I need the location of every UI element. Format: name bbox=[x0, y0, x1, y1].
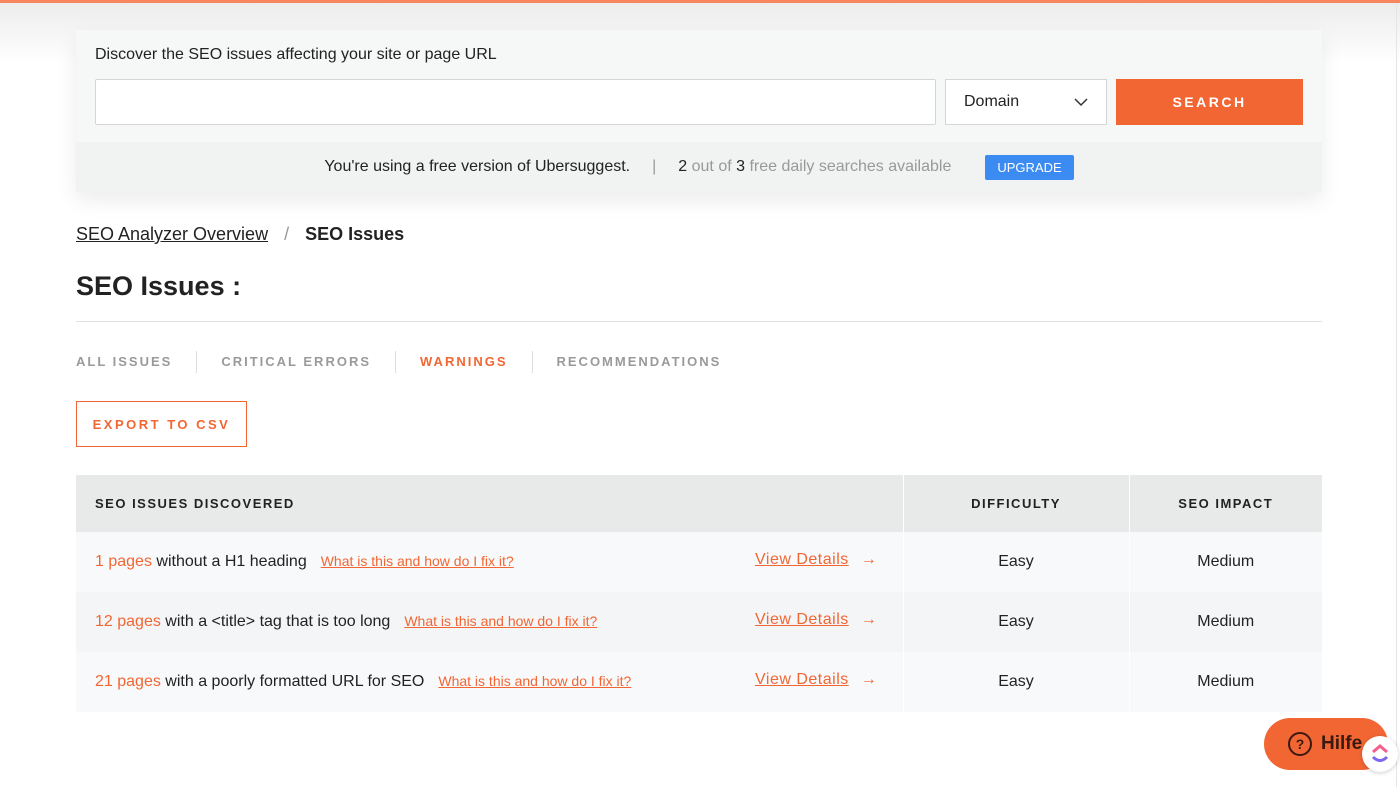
view-details-label: View Details bbox=[755, 611, 849, 628]
search-prompt: Discover the SEO issues affecting your s… bbox=[95, 46, 497, 63]
issue-text: without a H1 heading bbox=[156, 553, 307, 570]
issue-count-link[interactable]: 12 pages bbox=[95, 613, 161, 630]
breadcrumb-seo-analyzer-overview[interactable]: SEO Analyzer Overview bbox=[76, 224, 268, 245]
tab-warnings[interactable]: WARNINGS bbox=[395, 351, 532, 373]
issue-tabs: ALL ISSUES CRITICAL ERRORS WARNINGS RECO… bbox=[76, 351, 745, 373]
searches-used: 2 bbox=[678, 158, 688, 175]
help-label: Hilfe bbox=[1321, 733, 1363, 754]
page-title: SEO Issues : bbox=[76, 271, 242, 301]
seo-impact: Medium bbox=[1128, 592, 1322, 652]
view-details-link[interactable]: View Details → bbox=[755, 611, 877, 629]
scrollbar-edge bbox=[1396, 3, 1397, 787]
breadcrumb: SEO Analyzer Overview / SEO Issues bbox=[76, 224, 404, 245]
issue-count-link[interactable]: 21 pages bbox=[95, 673, 161, 690]
view-details-link[interactable]: View Details → bbox=[755, 671, 877, 689]
upgrade-button[interactable]: UPGRADE bbox=[985, 154, 1074, 180]
issue-text: with a poorly formatted URL for SEO bbox=[165, 673, 425, 690]
tab-all-issues[interactable]: ALL ISSUES bbox=[76, 351, 196, 373]
table-row: 1 pages without a H1 heading What is this… bbox=[76, 532, 1322, 592]
free-version-message: You're using a free version of Ubersugge… bbox=[324, 158, 631, 175]
header-issues: SEO ISSUES DISCOVERED bbox=[76, 475, 903, 532]
arrow-right-icon: → bbox=[860, 551, 878, 568]
header-impact: SEO IMPACT bbox=[1128, 475, 1322, 532]
breadcrumb-current: SEO Issues bbox=[305, 224, 405, 244]
searches-total: 3 bbox=[736, 158, 746, 175]
issues-table: SEO ISSUES DISCOVERED DIFFICULTY SEO IMP… bbox=[76, 475, 1322, 712]
breadcrumb-separator: / bbox=[284, 224, 290, 244]
view-details-link[interactable]: View Details → bbox=[755, 551, 877, 569]
difficulty: Easy bbox=[902, 532, 1129, 592]
tab-recommendations[interactable]: RECOMMENDATIONS bbox=[531, 351, 746, 373]
issue-text: with a <title> tag that is too long bbox=[165, 613, 391, 630]
table-row: 12 pages with a <title> tag that is too … bbox=[76, 592, 1322, 652]
chevron-down-icon bbox=[1074, 97, 1088, 106]
fix-help-link[interactable]: What is this and how do I fix it? bbox=[321, 553, 514, 569]
search-type-value: Domain bbox=[964, 93, 1020, 110]
issue-count-link[interactable]: 1 pages bbox=[95, 553, 152, 570]
difficulty: Easy bbox=[902, 592, 1129, 652]
seo-impact: Medium bbox=[1128, 532, 1322, 592]
arrow-right-icon: → bbox=[860, 671, 878, 688]
tab-critical-errors[interactable]: CRITICAL ERRORS bbox=[196, 351, 395, 373]
searches-suffix: free daily searches available bbox=[749, 158, 952, 175]
divider bbox=[76, 321, 1322, 322]
fix-help-link[interactable]: What is this and how do I fix it? bbox=[404, 613, 597, 629]
view-details-label: View Details bbox=[755, 551, 849, 568]
view-details-label: View Details bbox=[755, 671, 849, 688]
table-row: 21 pages with a poorly formatted URL for… bbox=[76, 652, 1322, 712]
free-version-bar: You're using a free version of Ubersugge… bbox=[76, 142, 1322, 192]
clickup-icon[interactable] bbox=[1362, 736, 1398, 772]
arrow-right-icon: → bbox=[860, 611, 878, 628]
url-input[interactable] bbox=[95, 79, 936, 125]
search-button[interactable]: SEARCH bbox=[1116, 79, 1303, 125]
fix-help-link[interactable]: What is this and how do I fix it? bbox=[438, 673, 631, 689]
search-type-select[interactable]: Domain bbox=[945, 79, 1107, 125]
header-difficulty: DIFFICULTY bbox=[902, 475, 1129, 532]
out-of-label: out of bbox=[691, 158, 732, 175]
search-panel: Discover the SEO issues affecting your s… bbox=[76, 30, 1322, 192]
seo-impact: Medium bbox=[1128, 652, 1322, 712]
divider: | bbox=[652, 158, 657, 175]
question-icon: ? bbox=[1288, 732, 1312, 756]
difficulty: Easy bbox=[902, 652, 1129, 712]
export-csv-button[interactable]: EXPORT TO CSV bbox=[76, 401, 247, 447]
